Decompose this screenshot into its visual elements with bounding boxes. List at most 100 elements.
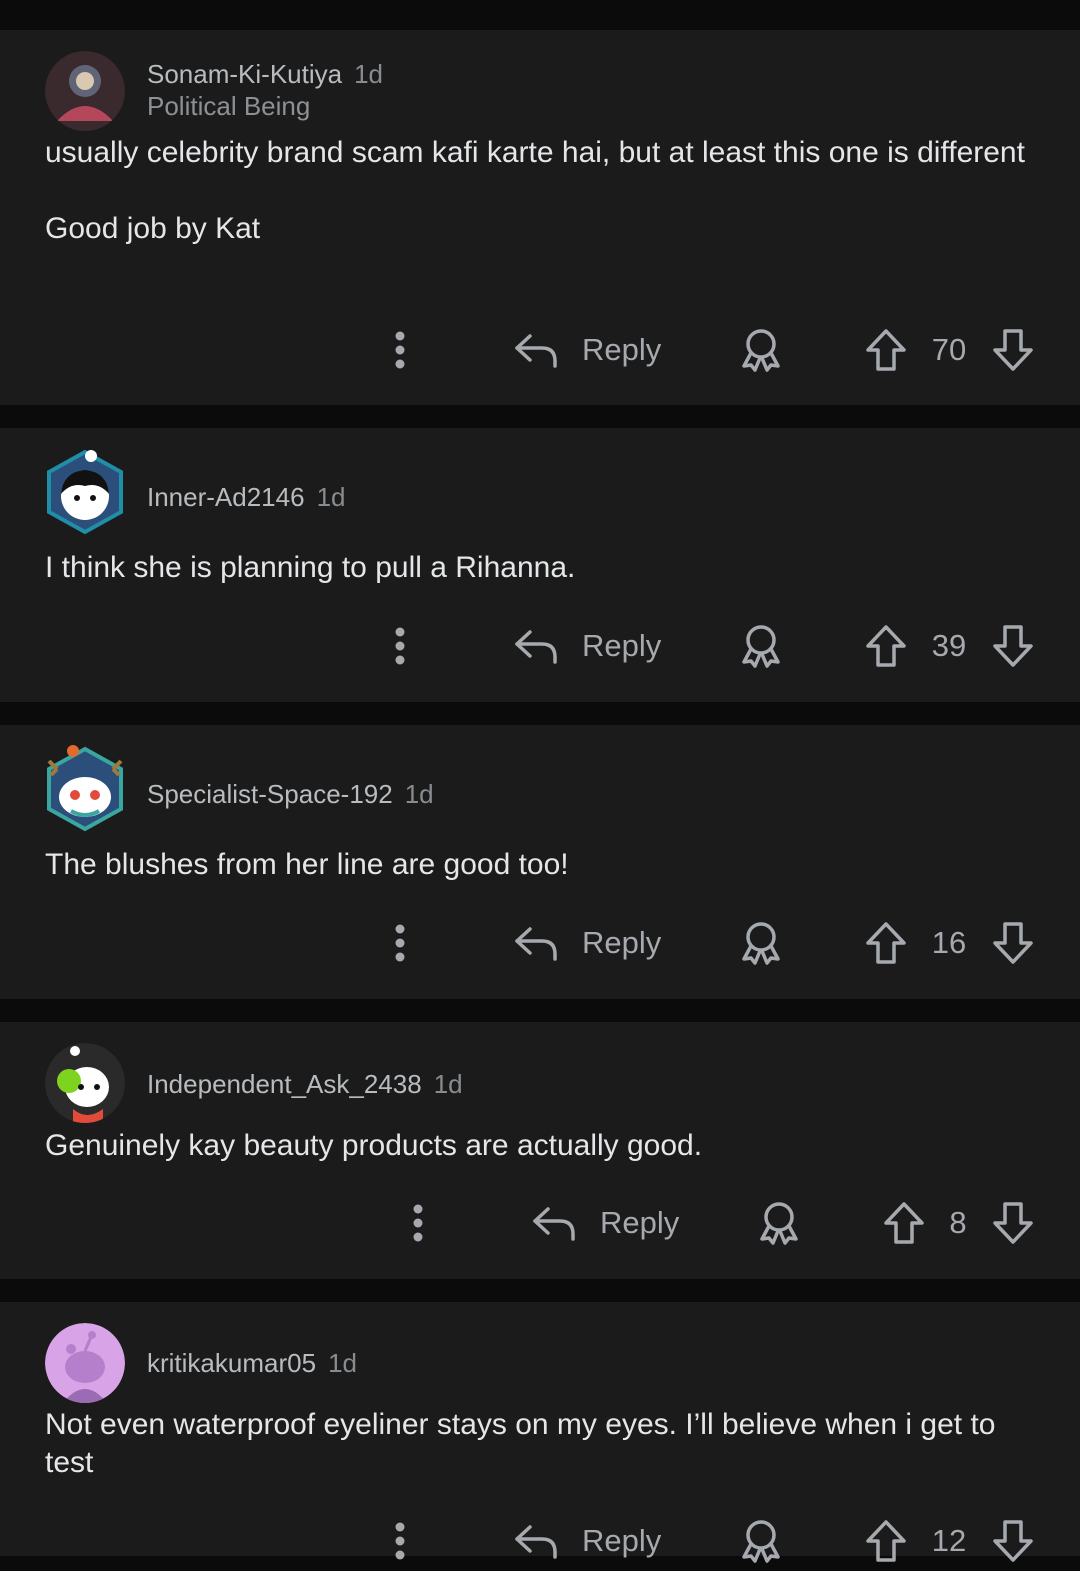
comment-actions: Reply 8 xyxy=(0,1193,1080,1253)
upvote-arrow-icon xyxy=(866,329,906,371)
comment-card: Independent_Ask_2438 1d Genuinely kay bea… xyxy=(0,1022,1080,1279)
downvote-button[interactable] xyxy=(991,320,1035,380)
user-avatar[interactable] xyxy=(45,449,125,535)
comment-body: usually celebrity brand scam kafi karte … xyxy=(45,136,1025,245)
reply-button[interactable]: Reply xyxy=(514,320,661,380)
vote-score: 39 xyxy=(931,628,967,663)
comment-actions: Reply 12 xyxy=(0,1511,1080,1571)
award-icon xyxy=(742,1520,780,1563)
reply-label: Reply xyxy=(582,925,662,960)
downvote-arrow-icon xyxy=(993,329,1033,371)
vote-score: 8 xyxy=(949,1205,967,1240)
upvote-button[interactable] xyxy=(864,1511,908,1571)
vote-score: 12 xyxy=(931,1523,967,1558)
comment-body: Genuinely kay beauty products are actual… xyxy=(45,1129,703,1162)
comment-meta: Specialist-Space-192 1d xyxy=(147,778,434,810)
vote-score: 16 xyxy=(931,925,967,960)
reply-label: Reply xyxy=(582,628,662,663)
reply-arrow-icon xyxy=(515,1525,557,1559)
downvote-arrow-icon xyxy=(993,1202,1033,1244)
reply-arrow-icon xyxy=(515,630,557,664)
username[interactable]: Independent_Ask_2438 xyxy=(147,1069,422,1099)
award-icon xyxy=(760,1202,798,1245)
more-vertical-icon xyxy=(395,331,405,369)
username[interactable]: kritikakumar05 xyxy=(147,1348,316,1378)
comment-body: The blushes from her line are good too! xyxy=(45,848,569,881)
award-button[interactable] xyxy=(736,913,786,973)
upvote-button[interactable] xyxy=(882,1193,926,1253)
comment-card: kritikakumar05 1d Not even waterproof eye… xyxy=(0,1302,1080,1563)
more-options-button[interactable] xyxy=(385,320,415,380)
avatar-image xyxy=(47,745,123,832)
username[interactable]: Specialist-Space-192 xyxy=(147,779,393,809)
comment-meta: kritikakumar05 1d xyxy=(147,1347,357,1379)
comment-card: Inner-Ad2146 1d I think she is planning t… xyxy=(0,428,1080,702)
downvote-button[interactable] xyxy=(991,1511,1035,1571)
username[interactable]: Sonam-Ki-Kutiya xyxy=(147,59,342,89)
award-button[interactable] xyxy=(736,616,786,676)
comment-age: 1d xyxy=(354,59,383,89)
reply-arrow-icon xyxy=(515,927,557,961)
upvote-button[interactable] xyxy=(864,913,908,973)
downvote-arrow-icon xyxy=(993,1520,1033,1562)
reply-button[interactable]: Reply xyxy=(514,913,661,973)
reply-button[interactable]: Reply xyxy=(514,616,661,676)
reply-arrow-icon xyxy=(533,1207,575,1241)
downvote-button[interactable] xyxy=(991,616,1035,676)
award-icon xyxy=(742,625,780,668)
reply-label: Reply xyxy=(582,332,662,367)
comment-card: Specialist-Space-192 1d The blushes from … xyxy=(0,725,1080,999)
more-options-button[interactable] xyxy=(403,1193,433,1253)
reply-label: Reply xyxy=(582,1523,662,1558)
award-button[interactable] xyxy=(754,1193,804,1253)
avatar-image xyxy=(45,51,125,131)
comment-card: Sonam-Ki-Kutiya 1d Political Being usuall… xyxy=(0,30,1080,405)
comment-body: Not even waterproof eyeliner stays on my… xyxy=(45,1408,1004,1479)
reply-button[interactable]: Reply xyxy=(532,1193,679,1253)
more-options-button[interactable] xyxy=(385,616,415,676)
upvote-arrow-icon xyxy=(866,625,906,667)
award-icon xyxy=(742,922,780,965)
user-avatar[interactable] xyxy=(45,1043,125,1123)
reply-button[interactable]: Reply xyxy=(514,1511,661,1571)
award-button[interactable] xyxy=(736,1511,786,1571)
comment-actions: Reply 16 xyxy=(0,913,1080,973)
upvote-button[interactable] xyxy=(864,616,908,676)
more-vertical-icon xyxy=(395,627,405,665)
user-avatar[interactable] xyxy=(45,1323,125,1403)
downvote-arrow-icon xyxy=(993,625,1033,667)
comment-meta: Sonam-Ki-Kutiya 1d xyxy=(147,58,383,90)
reply-label: Reply xyxy=(600,1205,680,1240)
downvote-button[interactable] xyxy=(991,913,1035,973)
comment-meta: Inner-Ad2146 1d xyxy=(147,481,345,513)
reply-arrow-icon xyxy=(515,334,557,368)
avatar-image xyxy=(45,1323,125,1403)
upvote-arrow-icon xyxy=(866,1520,906,1562)
comment-body: I think she is planning to pull a Rihann… xyxy=(45,551,576,584)
comment-age: 1d xyxy=(316,482,346,512)
user-avatar[interactable] xyxy=(45,51,125,131)
user-avatar[interactable] xyxy=(45,745,125,832)
more-options-button[interactable] xyxy=(385,913,415,973)
more-vertical-icon xyxy=(413,1204,423,1242)
vote-score: 70 xyxy=(931,332,967,367)
comment-age: 1d xyxy=(433,1069,463,1099)
comment-age: 1d xyxy=(328,1348,357,1378)
award-icon xyxy=(742,329,780,372)
downvote-arrow-icon xyxy=(993,922,1033,964)
avatar-image xyxy=(45,1043,125,1123)
upvote-arrow-icon xyxy=(866,922,906,964)
comment-actions: Reply 39 xyxy=(0,616,1080,676)
more-vertical-icon xyxy=(395,924,405,962)
more-options-button[interactable] xyxy=(385,1511,415,1571)
upvote-button[interactable] xyxy=(864,320,908,380)
downvote-button[interactable] xyxy=(991,1193,1035,1253)
comment-meta: Independent_Ask_2438 1d xyxy=(147,1068,463,1100)
comment-actions: Reply 70 xyxy=(0,320,1080,380)
upvote-arrow-icon xyxy=(884,1202,924,1244)
avatar-image xyxy=(47,449,123,535)
award-button[interactable] xyxy=(736,320,786,380)
more-vertical-icon xyxy=(395,1522,405,1560)
user-flair: Political Being xyxy=(147,91,311,121)
username[interactable]: Inner-Ad2146 xyxy=(147,482,305,512)
